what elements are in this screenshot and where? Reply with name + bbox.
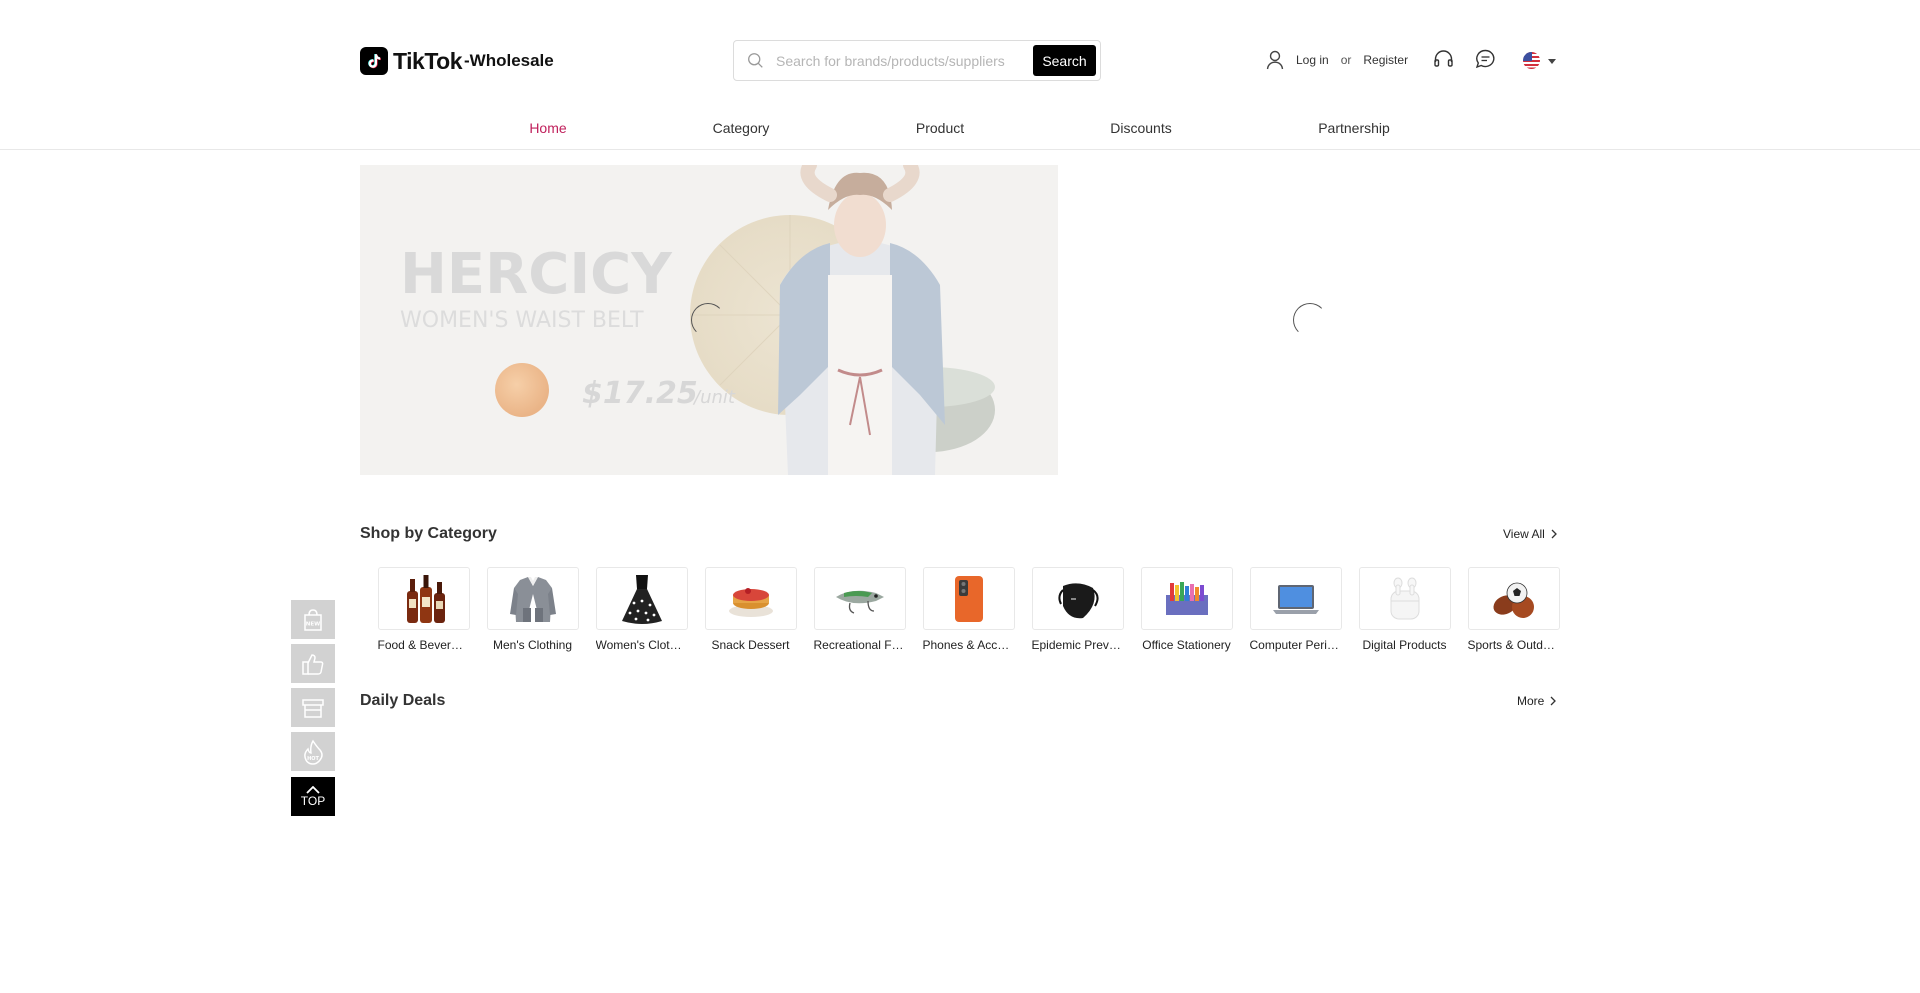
tiktok-logo-icon <box>360 47 388 75</box>
store-icon[interactable] <box>291 688 335 727</box>
nav-partnership[interactable]: Partnership <box>1318 120 1390 136</box>
banner-unit: /unit <box>692 387 736 408</box>
search-input[interactable] <box>776 52 1033 69</box>
headset-icon[interactable] <box>1433 49 1454 74</box>
banner-product: WOMEN'S WAIST BELT <box>400 308 644 333</box>
liquor-bottles-icon <box>377 567 470 630</box>
search-button[interactable]: Search <box>1033 45 1096 76</box>
user-icon[interactable] <box>1266 50 1284 70</box>
banner-brand: HERCICY <box>400 242 673 307</box>
category-list: Food & Beverages Men's Clothing Women's … <box>369 567 1568 652</box>
category-label: Sports & Outdoors <box>1467 638 1560 652</box>
category-label: Office Stationery <box>1142 638 1231 652</box>
logo-suffix: -Wholesale <box>464 51 554 70</box>
user-account: Log in or Register <box>1266 50 1408 70</box>
svg-text:HOT: HOT <box>307 756 319 762</box>
loading-spinner-secondary <box>1293 303 1327 337</box>
dress-icon <box>595 567 688 630</box>
login-link[interactable]: Log in <box>1296 53 1329 67</box>
category-item[interactable]: Epidemic Prevention <box>1023 567 1132 652</box>
language-dropdown-caret[interactable] <box>1548 59 1556 64</box>
nav-home[interactable]: Home <box>529 120 566 136</box>
category-label: Phones & Accessories <box>922 638 1015 652</box>
more-label: More <box>1517 694 1545 708</box>
logo[interactable]: TikTok -Wholesale <box>360 47 554 75</box>
us-flag-icon[interactable] <box>1523 52 1540 69</box>
thumbs-up-icon[interactable] <box>291 644 335 683</box>
category-item[interactable]: Food & Beverages <box>369 567 478 652</box>
nav-product[interactable]: Product <box>916 120 964 136</box>
cake-icon <box>704 567 797 630</box>
banner-price: $17.25 <box>582 376 698 411</box>
category-item[interactable]: Recreational Fishing <box>805 567 914 652</box>
category-label: Snack Dessert <box>711 638 790 652</box>
chevron-right-icon <box>1551 529 1557 539</box>
new-icon[interactable]: NEW <box>291 600 335 639</box>
category-item[interactable]: Office Stationery <box>1132 567 1241 652</box>
face-mask-icon <box>1031 567 1124 630</box>
category-item[interactable]: Snack Dessert <box>696 567 805 652</box>
sports-balls-icon <box>1467 567 1560 630</box>
nav-category[interactable]: Category <box>713 120 770 136</box>
search-icon <box>734 52 776 69</box>
chat-icon[interactable] <box>1475 49 1496 74</box>
chevron-right-icon <box>1550 696 1557 706</box>
view-all-label: View All <box>1503 527 1545 541</box>
more-link[interactable]: More <box>1517 694 1557 708</box>
hot-icon[interactable]: HOT <box>291 732 335 771</box>
or-text: or <box>1340 53 1352 67</box>
chevron-up-icon <box>306 785 320 794</box>
daily-deals-title: Daily Deals <box>360 692 446 709</box>
loading-spinner <box>691 303 725 337</box>
category-item[interactable]: Digital Products <box>1350 567 1459 652</box>
logo-brand: TikTok <box>393 47 463 74</box>
category-label: Computer Peripherals <box>1249 638 1342 652</box>
category-item[interactable]: Men's Clothing <box>478 567 587 652</box>
register-link[interactable]: Register <box>1363 53 1408 67</box>
search-bar: Search <box>733 40 1101 81</box>
header: TikTok -Wholesale Search Log in or Regis… <box>0 0 1920 106</box>
category-label: Digital Products <box>1362 638 1447 652</box>
category-item[interactable]: Computer Peripherals <box>1241 567 1350 652</box>
top-label: TOP <box>300 793 326 808</box>
earbuds-icon <box>1358 567 1451 630</box>
svg-text:NEW: NEW <box>306 621 320 627</box>
back-to-top-button[interactable]: TOP <box>291 777 335 816</box>
category-label: Men's Clothing <box>493 638 572 652</box>
suit-icon <box>486 567 579 630</box>
category-label: Recreational Fishing <box>813 638 906 652</box>
fishing-lure-icon <box>813 567 906 630</box>
shop-by-category-title: Shop by Category <box>360 525 497 542</box>
category-label: Epidemic Prevention <box>1031 638 1124 652</box>
main-nav: Home Category Product Discounts Partners… <box>0 106 1920 150</box>
nav-discounts[interactable]: Discounts <box>1110 120 1171 136</box>
hero-banner[interactable]: HERCICY WOMEN'S WAIST BELT $17.25 /unit <box>360 165 1058 475</box>
category-label: Women's Clothing <box>595 638 688 652</box>
phone-icon <box>922 567 1015 630</box>
laptop-icon <box>1249 567 1342 630</box>
category-item[interactable]: Women's Clothing <box>587 567 696 652</box>
category-label: Food & Beverages <box>377 638 470 652</box>
stationery-icon <box>1140 567 1233 630</box>
category-item[interactable]: Phones & Accessories <box>914 567 1023 652</box>
view-all-link[interactable]: View All <box>1503 527 1557 541</box>
category-item[interactable]: Sports & Outdoors <box>1459 567 1568 652</box>
